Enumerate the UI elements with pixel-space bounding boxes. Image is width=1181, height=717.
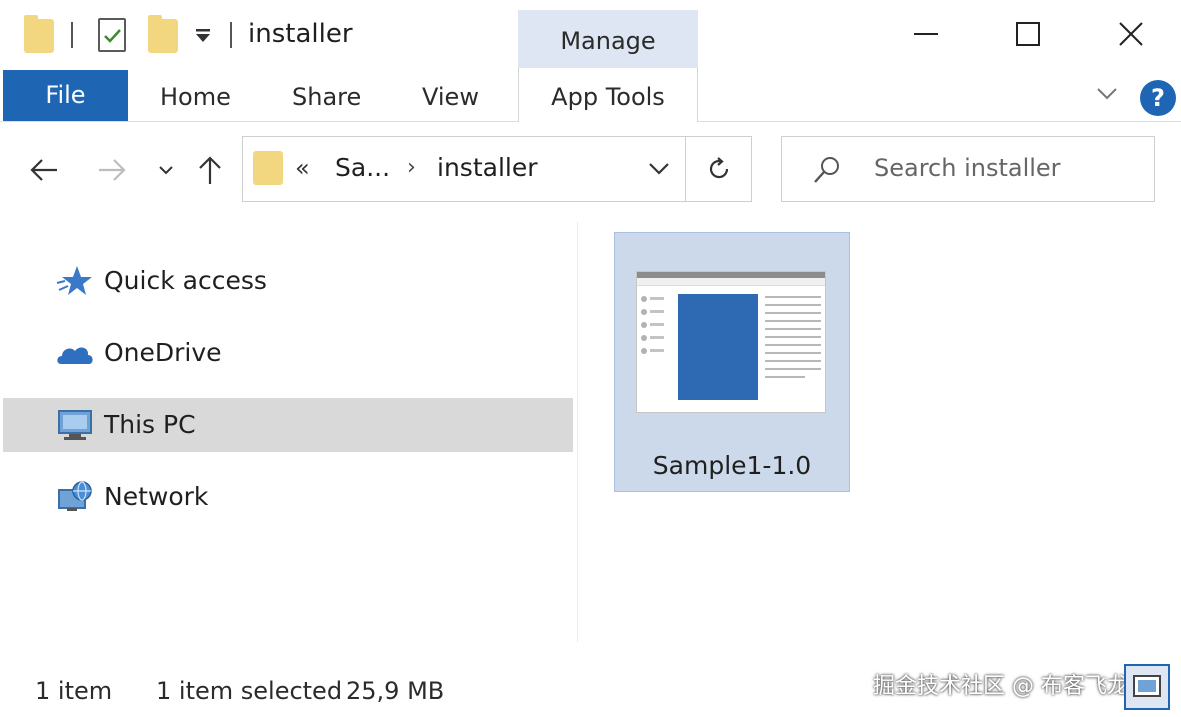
maximize-button[interactable] [1008, 16, 1048, 52]
address-bar[interactable]: « Sa... › installer [242, 136, 752, 202]
sidebar-item-label: This PC [104, 410, 196, 439]
breadcrumb-separator[interactable]: › [407, 155, 416, 180]
folder-icon [253, 151, 283, 185]
ribbon-tabs: File Home Share View App Tools ? [0, 68, 1181, 122]
navigation-pane: Quick access OneDrive This PC Network [0, 222, 578, 642]
navigation-bar: « Sa... › installer Search installer [0, 122, 1181, 222]
search-icon [812, 155, 842, 189]
minimize-button[interactable] [906, 16, 946, 52]
tab-share[interactable]: Share [292, 70, 361, 121]
sidebar-item-quick-access[interactable]: Quick access [3, 254, 573, 308]
sidebar-item-label: Network [104, 482, 209, 511]
star-icon [55, 264, 95, 298]
toolbar-divider [71, 22, 73, 48]
item-count: 1 item [35, 677, 113, 705]
breadcrumb-segment[interactable]: Sa... [335, 153, 390, 182]
refresh-button[interactable] [686, 137, 752, 201]
new-folder-icon[interactable] [148, 15, 178, 53]
sidebar-item-label: Quick access [104, 266, 267, 295]
watermark: 掘金技术社区 @ 布客飞龙 [873, 674, 1129, 699]
address-history-button[interactable] [633, 137, 685, 201]
file-list: Sample1-1.0 [579, 222, 1181, 642]
computer-icon [55, 408, 95, 442]
window-title: installer [248, 19, 353, 49]
properties-icon[interactable] [98, 18, 126, 52]
sidebar-item-onedrive[interactable]: OneDrive [3, 326, 573, 380]
status-bar: 1 item 1 item selected 25,9 MB 掘金技术社区 @ … [0, 642, 1181, 717]
tab-app-tools[interactable]: App Tools [518, 68, 698, 122]
file-name: Sample1-1.0 [652, 451, 812, 480]
title-bar: installer Manage [0, 0, 1181, 68]
customize-toolbar-icon[interactable] [194, 27, 212, 45]
sidebar-item-this-pc[interactable]: This PC [3, 398, 573, 452]
tab-manage[interactable]: Manage [518, 10, 698, 68]
folder-icon [24, 15, 54, 53]
selection-size: 25,9 MB [346, 677, 445, 705]
large-icons-view-button[interactable] [1124, 664, 1170, 710]
back-button[interactable] [26, 152, 62, 188]
network-icon [55, 480, 95, 514]
forward-button[interactable] [94, 152, 130, 188]
close-button[interactable] [1111, 16, 1151, 52]
expand-ribbon-icon[interactable] [1096, 86, 1118, 105]
search-input[interactable]: Search installer [874, 154, 1061, 182]
app-thumbnail-icon [636, 271, 826, 413]
tab-home[interactable]: Home [160, 70, 231, 121]
breadcrumb-current[interactable]: installer [437, 153, 538, 182]
tab-view[interactable]: View [422, 70, 479, 121]
file-item[interactable]: Sample1-1.0 [614, 232, 850, 492]
cloud-icon [55, 336, 95, 370]
search-box[interactable]: Search installer [781, 136, 1155, 202]
sidebar-item-label: OneDrive [104, 338, 222, 367]
up-button[interactable] [192, 152, 228, 188]
toolbar-divider [230, 22, 232, 48]
sidebar-item-network[interactable]: Network [3, 470, 573, 524]
help-button[interactable]: ? [1140, 80, 1176, 116]
tab-file[interactable]: File [3, 70, 128, 121]
recent-locations-button[interactable] [148, 152, 184, 188]
selection-count: 1 item selected [156, 677, 343, 705]
breadcrumb-overflow[interactable]: « [295, 154, 310, 182]
